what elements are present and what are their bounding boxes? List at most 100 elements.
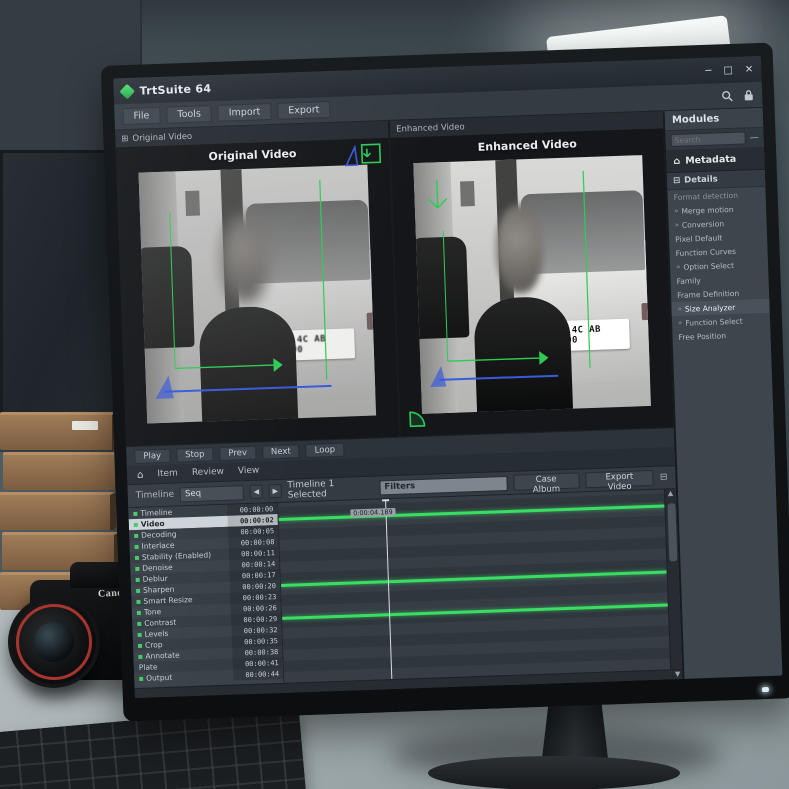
sequence-input[interactable] xyxy=(179,484,245,502)
binder-sticker xyxy=(72,421,98,430)
transport-button[interactable]: Prev xyxy=(219,445,257,461)
menu-bar: File Tools Import Export xyxy=(122,100,331,126)
step-name: Output xyxy=(145,672,173,683)
scroll-down-icon[interactable]: ▼ xyxy=(675,670,681,678)
original-video-frame: DL 4C AB 7890 xyxy=(138,164,377,424)
room-scene: Canon TrtSuite 64 ─ □ ✕ File Tools Impor… xyxy=(0,0,789,789)
module-label: Function Select xyxy=(685,316,743,328)
menu-button[interactable]: Export xyxy=(276,100,331,120)
module-label: Family xyxy=(676,275,701,286)
minimize-icon[interactable]: ─ xyxy=(705,65,711,76)
export-video-button[interactable]: Export Video xyxy=(584,469,655,492)
step-status-dot xyxy=(136,610,141,615)
close-icon[interactable]: ✕ xyxy=(745,64,754,75)
menu-button[interactable]: Tools xyxy=(166,105,213,124)
filters-input[interactable] xyxy=(379,475,508,495)
app-logo-icon xyxy=(119,83,135,99)
timeline-track-bar[interactable] xyxy=(280,570,667,587)
step-status-dot xyxy=(137,643,143,648)
camera-lens-glass xyxy=(34,622,74,662)
module-label: Merge motion xyxy=(681,204,734,216)
metadata-label: Metadata xyxy=(685,153,737,167)
timeline-panel[interactable]: 0:00:04.189 ▲ xyxy=(278,489,683,683)
step-status-dot xyxy=(133,522,138,527)
original-video-canvas[interactable]: Original Video 4C AB xyxy=(115,137,399,447)
transport-button[interactable]: Stop xyxy=(175,446,214,463)
export-arrow-icon[interactable] xyxy=(343,142,384,169)
original-viewer: ⊞ Original Video Original Video 4C AB xyxy=(115,120,399,447)
step-status-dot xyxy=(136,588,141,593)
enhanced-video-canvas[interactable]: Enhanced Video 4C AB xyxy=(390,128,674,437)
step-status-dot xyxy=(137,621,142,626)
step-status-dot xyxy=(137,632,142,637)
selection-status: Timeline 1 Selected xyxy=(287,479,335,501)
section-icon: ⊟ xyxy=(672,175,681,187)
step-status-dot xyxy=(134,533,139,538)
bullet-icon: » xyxy=(677,304,683,313)
step-status-dot xyxy=(134,555,140,560)
view-tab[interactable]: Review xyxy=(192,467,224,478)
scrollbar-thumb[interactable] xyxy=(667,503,678,562)
step-status-dot xyxy=(135,577,140,582)
prev-frame-button[interactable]: ◀ xyxy=(249,484,264,499)
step-status-dot xyxy=(139,676,144,681)
binder xyxy=(0,492,116,530)
step-status-dot xyxy=(135,566,140,571)
angle-measure-icon[interactable] xyxy=(408,406,431,429)
view-tab[interactable]: Item xyxy=(157,468,178,479)
step-status-dot xyxy=(136,599,141,604)
sidebar-module-item[interactable]: Free Position xyxy=(672,327,770,344)
panel-toggle-icon[interactable]: ⊟ xyxy=(660,472,668,482)
viewer-area: ⊞ Original Video Original Video 4C AB En… xyxy=(115,111,674,447)
modules-sidebar: Modules — ⌂ Metadata ⊟ Details xyxy=(662,107,783,679)
app-window: TrtSuite 64 ─ □ ✕ File Tools Import Export xyxy=(113,55,783,699)
collapse-icon[interactable]: — xyxy=(749,133,758,143)
sidebar-search-input[interactable] xyxy=(670,131,746,148)
playhead-timecode-label: 0:00:04.189 xyxy=(350,507,396,518)
view-tab[interactable]: View xyxy=(238,466,260,477)
enhanced-video-frame: DL 4C AB 7890 xyxy=(413,155,651,414)
menu-button[interactable]: Import xyxy=(217,103,272,122)
maximize-icon[interactable]: □ xyxy=(723,64,733,75)
annotation-overlay xyxy=(155,165,376,399)
lock-icon[interactable] xyxy=(743,89,754,101)
next-frame-button[interactable]: ▶ xyxy=(268,483,282,499)
module-label: Format detection xyxy=(673,190,739,202)
home-icon[interactable]: ⌂ xyxy=(137,469,144,480)
search-icon[interactable] xyxy=(721,89,733,101)
tab-label: Original Video xyxy=(132,131,193,144)
module-label: Conversion xyxy=(681,218,725,230)
app-title: TrtSuite 64 xyxy=(139,81,212,98)
monitor-bezel: TrtSuite 64 ─ □ ✕ File Tools Import Export xyxy=(100,42,789,722)
transport-button[interactable]: Play xyxy=(134,448,171,464)
enhanced-viewer: Enhanced Video Enhanced Video 4C AB xyxy=(387,111,674,437)
monitor-stand-base xyxy=(428,756,680,789)
step-status-dot xyxy=(133,511,138,516)
annotation-overlay xyxy=(413,155,650,388)
module-label: Free Position xyxy=(678,330,727,342)
timeline-label: Timeline xyxy=(135,489,175,501)
playhead[interactable] xyxy=(385,499,393,680)
enhanced-video-title: Enhanced Video xyxy=(477,137,578,154)
transport-button[interactable]: Loop xyxy=(305,442,345,458)
module-label: Option Select xyxy=(683,260,735,272)
step-timecode: 00:00:44 xyxy=(232,667,284,681)
bullet-icon: » xyxy=(677,318,683,327)
module-label: Function Curves xyxy=(675,246,737,258)
module-label: Size Analyzer xyxy=(684,302,736,314)
timeline-track-bar[interactable] xyxy=(278,504,665,521)
tab-label: Enhanced Video xyxy=(395,121,465,135)
filter-steps-table: Timeline 00:00:00 Video 00:00:02 Decodin… xyxy=(128,503,285,689)
menu-button[interactable]: File xyxy=(122,106,161,126)
timeline-track-bar[interactable] xyxy=(282,603,668,620)
bullet-icon: » xyxy=(675,262,681,271)
case-album-button[interactable]: Case Album xyxy=(513,472,580,495)
step-status-dot xyxy=(138,654,143,659)
bullet-icon: » xyxy=(674,220,680,229)
module-label: Frame Definition xyxy=(676,288,740,300)
transport-button[interactable]: Next xyxy=(261,443,300,460)
scroll-up-icon[interactable]: ▲ xyxy=(665,489,676,501)
sidebar-module-list: Format detection » Merge motion » Conver… xyxy=(667,187,770,344)
step-status-dot xyxy=(134,544,139,549)
bullet-icon: » xyxy=(674,206,679,216)
